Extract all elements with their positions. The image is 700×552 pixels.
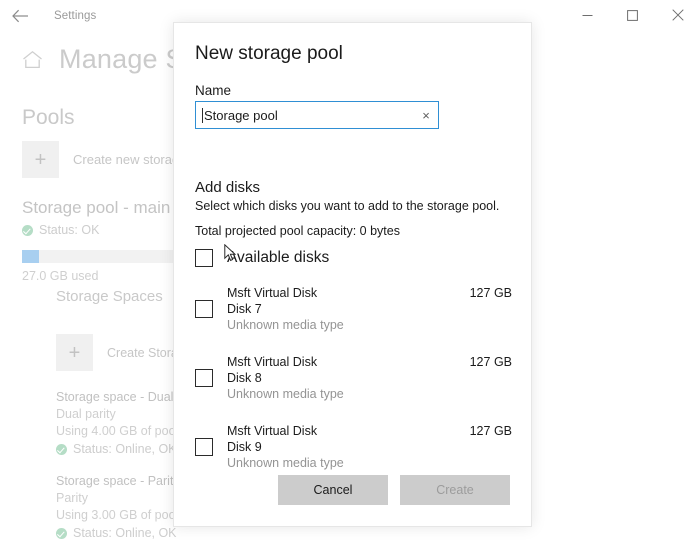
disk-size: 127 GB <box>469 355 512 369</box>
storage-spaces-heading: Storage Spaces <box>56 288 163 305</box>
disk-checkbox[interactable] <box>195 300 213 318</box>
maximize-button[interactable] <box>610 0 655 30</box>
storage-space-status-text: Status: Online, OK <box>73 442 177 456</box>
plus-icon: + <box>22 141 59 178</box>
status-ok-icon <box>22 224 33 236</box>
available-disks-label: Available disks <box>227 249 330 266</box>
disk-size: 127 GB <box>469 286 512 300</box>
disk-media-type: Unknown media type <box>227 318 344 332</box>
disk-id: Disk 7 <box>227 302 262 316</box>
status-ok-icon <box>56 443 67 455</box>
create-button[interactable]: Create <box>400 475 510 505</box>
create-new-storage-pool-button[interactable]: + Create new storage <box>22 141 186 178</box>
pool-usage-bar-fill <box>22 250 40 263</box>
available-disks-checkbox[interactable] <box>195 249 213 267</box>
app-title: Settings <box>54 10 97 22</box>
disk-name: Msft Virtual Disk <box>227 286 318 300</box>
disk-info: Msft Virtual Disk Disk 8 Unknown media t… <box>227 354 470 402</box>
available-disks-row[interactable]: Available disks <box>195 249 329 267</box>
back-arrow-icon <box>11 9 28 23</box>
name-field-label: Name <box>195 83 232 98</box>
disk-info: Msft Virtual Disk Disk 9 Unknown media t… <box>227 423 470 471</box>
add-disks-description: Select which disks you want to add to th… <box>195 199 500 213</box>
pool-usage-bar <box>22 250 180 263</box>
disk-checkbox[interactable] <box>195 438 213 456</box>
clear-icon[interactable]: × <box>414 102 438 128</box>
disk-id: Disk 8 <box>227 371 262 385</box>
disk-size: 127 GB <box>469 424 512 438</box>
create-new-storage-pool-label: Create new storage <box>73 152 187 167</box>
projected-capacity-text: Total projected pool capacity: 0 bytes <box>195 224 400 238</box>
disk-info: Msft Virtual Disk Disk 7 Unknown media t… <box>227 285 470 333</box>
back-button[interactable] <box>0 1 40 31</box>
disk-row[interactable]: Msft Virtual Disk Disk 8 Unknown media t… <box>195 354 512 404</box>
storage-space-status-text: Status: Online, OK <box>73 526 177 540</box>
maximize-icon <box>627 9 638 21</box>
pools-heading: Pools <box>22 106 75 129</box>
home-icon[interactable] <box>22 50 43 69</box>
add-disks-heading: Add disks <box>195 179 261 196</box>
window-controls <box>565 0 700 30</box>
minimize-icon <box>582 14 593 16</box>
create-storage-space-button[interactable]: + Create Storag <box>56 334 185 371</box>
disk-row[interactable]: Msft Virtual Disk Disk 9 Unknown media t… <box>195 423 512 473</box>
status-ok-icon <box>56 527 67 539</box>
minimize-button[interactable] <box>565 0 610 30</box>
name-input-wrapper[interactable]: × <box>195 101 439 129</box>
disk-id: Disk 9 <box>227 440 262 454</box>
cancel-button[interactable]: Cancel <box>278 475 388 505</box>
storage-space-status: Status: Online, OK <box>56 526 206 540</box>
name-input[interactable] <box>203 102 414 128</box>
disk-media-type: Unknown media type <box>227 456 344 470</box>
new-storage-pool-dialog: New storage pool Name × Add disks Select… <box>173 22 532 527</box>
plus-icon: + <box>56 334 93 371</box>
close-icon <box>671 9 684 21</box>
disk-name: Msft Virtual Disk <box>227 424 318 438</box>
storage-pool-status-text: Status: OK <box>39 223 100 237</box>
disk-row[interactable]: Msft Virtual Disk Disk 7 Unknown media t… <box>195 285 512 335</box>
close-button[interactable] <box>655 0 700 30</box>
disk-name: Msft Virtual Disk <box>227 355 318 369</box>
disk-media-type: Unknown media type <box>227 387 344 401</box>
dialog-footer: Cancel Create <box>174 475 531 505</box>
disk-checkbox[interactable] <box>195 369 213 387</box>
dialog-title: New storage pool <box>195 43 343 64</box>
